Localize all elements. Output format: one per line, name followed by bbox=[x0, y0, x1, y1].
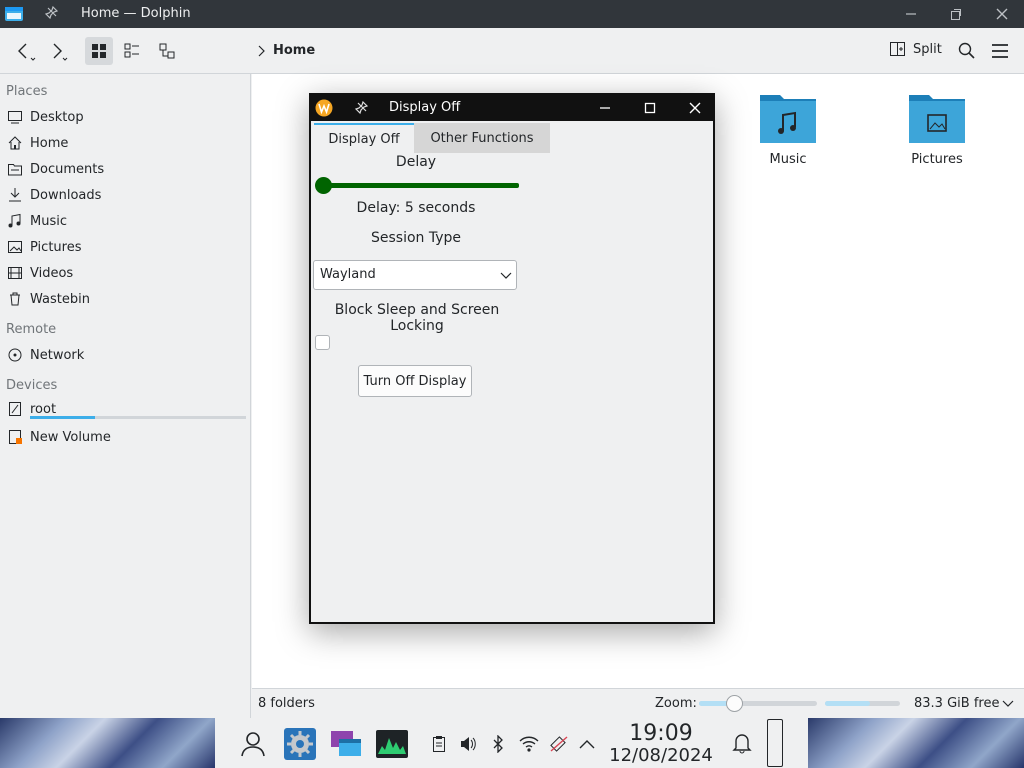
wallpaper-right bbox=[808, 718, 1024, 768]
turn-off-display-button[interactable]: Turn Off Display bbox=[358, 365, 472, 397]
toolbar: Home Split bbox=[0, 28, 1024, 74]
delay-label: Delay bbox=[395, 154, 437, 170]
pin-icon[interactable] bbox=[44, 6, 58, 20]
remote-header: Remote bbox=[6, 322, 57, 337]
bluetooth-icon[interactable] bbox=[491, 735, 505, 753]
sidebar-item-desktop[interactable]: Desktop bbox=[6, 105, 246, 129]
root-usage-fill bbox=[30, 416, 95, 419]
block-sleep-label: Block Sleep and Screen Locking bbox=[334, 302, 500, 334]
folder-count: 8 folders bbox=[258, 696, 315, 711]
sidebar-item-wastebin[interactable]: Wastebin bbox=[6, 287, 246, 311]
downloads-icon bbox=[6, 186, 24, 204]
clipboard-icon[interactable] bbox=[431, 735, 447, 753]
zoom-label: Zoom: bbox=[655, 696, 697, 711]
chevron-down-icon[interactable] bbox=[1002, 699, 1014, 709]
zoom-slider-handle[interactable] bbox=[726, 695, 744, 712]
notification-bell-icon[interactable] bbox=[732, 732, 752, 754]
app-logo-icon bbox=[315, 99, 333, 117]
sidebar-item-network[interactable]: Network bbox=[6, 343, 246, 367]
split-icon bbox=[890, 42, 905, 56]
music-folder-icon[interactable] bbox=[758, 89, 818, 145]
taskbar: 19:09 12/08/2024 bbox=[0, 718, 1024, 768]
dialog-title: Display Off bbox=[389, 100, 461, 115]
details-view-button[interactable] bbox=[153, 37, 181, 65]
minimize-button[interactable] bbox=[904, 7, 918, 21]
dialog-titlebar: Display Off bbox=[311, 95, 713, 121]
display-off-dialog: Display Off Display Off Other Functions … bbox=[309, 93, 715, 624]
sidebar-item-downloads[interactable]: Downloads bbox=[6, 183, 246, 207]
compact-view-button[interactable] bbox=[118, 37, 146, 65]
maximize-button[interactable] bbox=[949, 7, 963, 21]
split-label: Split bbox=[913, 41, 942, 57]
system-monitor-icon[interactable] bbox=[376, 730, 408, 758]
music-icon bbox=[6, 212, 24, 230]
wastebin-icon bbox=[6, 290, 24, 308]
delay-slider-handle[interactable] bbox=[315, 177, 332, 194]
folder-label-music: Music bbox=[769, 152, 807, 167]
pictures-icon bbox=[6, 238, 24, 256]
sidebar-item-music[interactable]: Music bbox=[6, 209, 246, 233]
block-sleep-checkbox[interactable] bbox=[315, 335, 330, 350]
zoom-slider[interactable] bbox=[699, 695, 817, 712]
pin-icon[interactable] bbox=[354, 101, 368, 115]
breadcrumb-home[interactable]: Home bbox=[273, 43, 315, 58]
back-icon[interactable] bbox=[14, 41, 36, 63]
network-icon bbox=[6, 346, 24, 364]
drive-icon bbox=[6, 400, 24, 418]
places-sidebar: Places Desktop Home Documents Downloads … bbox=[0, 74, 251, 718]
session-type-select[interactable]: Wayland bbox=[313, 260, 517, 290]
show-desktop-button[interactable] bbox=[767, 719, 783, 767]
settings-app-icon[interactable] bbox=[284, 728, 316, 760]
videos-icon bbox=[6, 264, 24, 282]
wifi-icon[interactable] bbox=[519, 735, 539, 753]
hamburger-menu-icon[interactable] bbox=[991, 43, 1009, 59]
forward-icon[interactable] bbox=[48, 41, 70, 63]
split-button[interactable]: Split bbox=[889, 40, 942, 58]
sidebar-item-documents[interactable]: Documents bbox=[6, 157, 246, 181]
close-button[interactable] bbox=[995, 7, 1009, 21]
dolphin-app-icon bbox=[5, 7, 23, 21]
session-type-label: Session Type bbox=[370, 230, 462, 246]
sidebar-item-videos[interactable]: Videos bbox=[6, 261, 246, 285]
home-icon bbox=[6, 134, 24, 152]
session-type-value: Wayland bbox=[320, 267, 376, 282]
battery-icon[interactable] bbox=[549, 735, 569, 753]
free-space-bar bbox=[825, 701, 900, 706]
chevron-down-icon bbox=[500, 272, 512, 279]
user-icon[interactable] bbox=[240, 731, 266, 757]
volume-icon[interactable] bbox=[459, 735, 477, 753]
clock-date[interactable]: 12/08/2024 bbox=[606, 746, 716, 766]
search-icon[interactable] bbox=[958, 42, 976, 60]
devices-header: Devices bbox=[6, 378, 58, 393]
folder-label-pictures: Pictures bbox=[911, 152, 963, 167]
maximize-button[interactable] bbox=[643, 101, 657, 115]
window-manager-icon[interactable] bbox=[330, 730, 362, 758]
minimize-button[interactable] bbox=[598, 101, 612, 115]
wallpaper-left bbox=[0, 718, 215, 768]
tab-other-functions[interactable]: Other Functions bbox=[414, 123, 550, 153]
expand-tray-icon[interactable] bbox=[579, 738, 595, 750]
window-titlebar: Home — Dolphin bbox=[0, 0, 1024, 28]
free-space-label: 83.3 GiB free bbox=[914, 696, 1000, 711]
places-header: Places bbox=[6, 84, 48, 99]
window-title: Home — Dolphin bbox=[81, 6, 191, 21]
pictures-folder-icon[interactable] bbox=[907, 89, 967, 145]
sidebar-item-new-volume[interactable]: New Volume bbox=[6, 425, 246, 449]
clock-time[interactable]: 19:09 bbox=[606, 721, 716, 747]
chevron-right-icon bbox=[256, 44, 266, 58]
tab-display-off[interactable]: Display Off bbox=[314, 123, 414, 153]
desktop-icon bbox=[6, 108, 24, 126]
sidebar-item-pictures[interactable]: Pictures bbox=[6, 235, 246, 259]
free-space-fill bbox=[825, 701, 870, 706]
sidebar-item-home[interactable]: Home bbox=[6, 131, 246, 155]
delay-value-text: Delay: 5 seconds bbox=[356, 200, 476, 216]
status-bar: 8 folders Zoom: 83.3 GiB free bbox=[252, 688, 1024, 718]
close-button[interactable] bbox=[688, 101, 702, 115]
delay-slider[interactable] bbox=[315, 177, 519, 194]
volume-icon bbox=[6, 428, 24, 446]
root-usage-bar bbox=[30, 416, 246, 419]
documents-icon bbox=[6, 160, 24, 178]
icons-view-button[interactable] bbox=[85, 37, 113, 65]
